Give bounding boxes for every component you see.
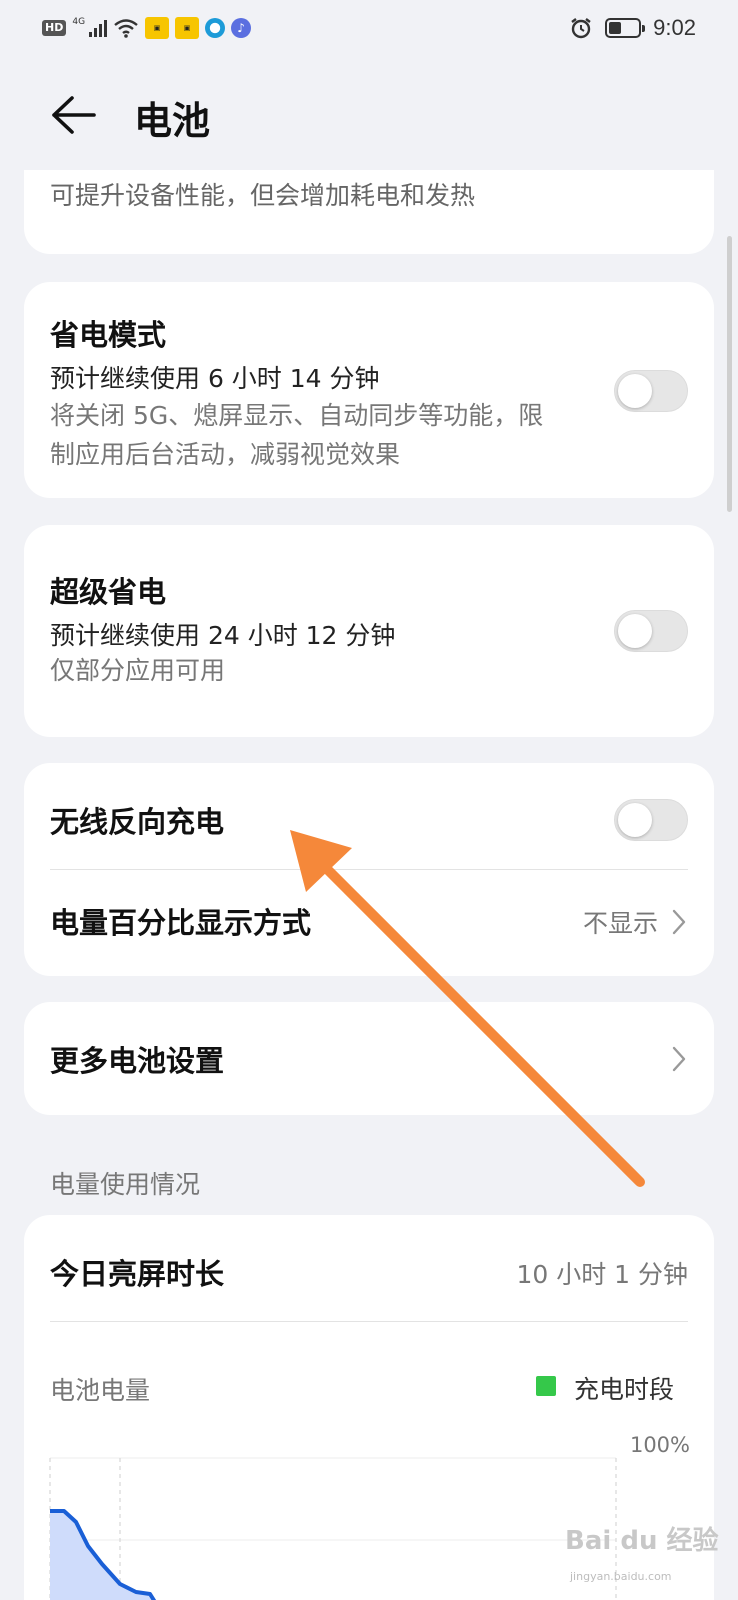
toggle-knob xyxy=(618,614,652,648)
divider xyxy=(50,1321,688,1322)
super-saving-title: 超级省电 xyxy=(50,575,167,609)
performance-desc: 可提升设备性能，但会增加耗电和发热 xyxy=(50,181,476,210)
power-saving-desc: 将关闭 5G、熄屏显示、自动同步等功能，限制应用后台活动，减弱视觉效果 xyxy=(50,401,544,469)
status-left: HD 4G ▣ ▣ ♪ xyxy=(42,17,252,39)
baidu-watermark: Bai du 经验 xyxy=(565,1526,719,1556)
super-saving-desc: 仅部分应用可用 xyxy=(50,656,226,685)
toggle-knob xyxy=(618,803,652,837)
wireless-reverse-title: 无线反向充电 xyxy=(50,805,225,839)
performance-mode-card: 可提升设备性能，但会增加耗电和发热 xyxy=(24,170,714,254)
screen-time-label: 今日亮屏时长 xyxy=(50,1257,225,1291)
percentage-display-title: 电量百分比显示方式 xyxy=(50,906,312,940)
wireless-reverse-toggle[interactable] xyxy=(614,799,688,841)
alarm-icon xyxy=(571,18,591,39)
power-saving-estimate: 预计继续使用 6 小时 14 分钟 xyxy=(50,364,380,393)
battery-level-label: 电池电量 xyxy=(50,1376,151,1405)
hd-badge: HD xyxy=(42,20,67,36)
charging-legend-label: 充电时段 xyxy=(574,1375,675,1404)
network-type: 4G xyxy=(72,17,86,27)
battery-icon xyxy=(605,18,646,38)
power-saving-toggle[interactable] xyxy=(614,370,688,412)
screen-time-row: 今日亮屏时长 10 小时 1 分钟 xyxy=(24,1215,714,1321)
back-button[interactable] xyxy=(50,92,100,138)
page-title: 电池 xyxy=(134,99,211,143)
super-saving-toggle[interactable] xyxy=(614,610,688,652)
browser-app-icon xyxy=(205,18,226,38)
back-arrow-icon xyxy=(52,96,96,134)
status-right: 9:02 xyxy=(569,15,696,41)
super-saving-estimate: 预计继续使用 24 小时 12 分钟 xyxy=(50,621,396,650)
app-notification-icon: ▣ xyxy=(175,17,200,39)
screen-time-value: 10 小时 1 分钟 xyxy=(516,1260,688,1289)
percentage-display-value: 不显示 xyxy=(582,909,658,938)
battery-fill xyxy=(609,22,622,34)
scrollbar-thumb[interactable] xyxy=(727,236,732,512)
battery-level-area xyxy=(50,1511,154,1600)
page-header: 电池 xyxy=(0,70,738,160)
usage-section-label: 电量使用情况 xyxy=(50,1170,201,1199)
percentage-display-row[interactable]: 电量百分比显示方式 不显示 xyxy=(24,870,714,976)
app-notification-icon: ▣ xyxy=(145,17,170,39)
charging-legend-swatch xyxy=(536,1376,556,1396)
music-app-icon: ♪ xyxy=(231,18,252,38)
status-bar: HD 4G ▣ ▣ ♪ 9:02 xyxy=(0,0,738,56)
chevron-right-icon xyxy=(672,909,686,935)
chevron-right-icon xyxy=(672,1046,686,1072)
power-saving-title: 省电模式 xyxy=(50,318,167,352)
clock: 9:02 xyxy=(653,15,696,40)
more-settings-title: 更多电池设置 xyxy=(50,1044,225,1078)
watermark-url: jingyan.baidu.com xyxy=(570,1570,672,1583)
charging-options-card: 无线反向充电 电量百分比显示方式 不显示 xyxy=(24,763,714,976)
power-saving-card[interactable]: 省电模式 预计继续使用 6 小时 14 分钟 将关闭 5G、熄屏显示、自动同步等… xyxy=(24,282,714,498)
wifi-icon xyxy=(114,19,138,38)
super-saving-card[interactable]: 超级省电 预计继续使用 24 小时 12 分钟 仅部分应用可用 xyxy=(24,525,714,737)
signal-icon xyxy=(89,19,108,37)
more-settings-row[interactable]: 更多电池设置 xyxy=(24,1002,714,1115)
toggle-knob xyxy=(618,374,652,408)
wireless-reverse-row[interactable]: 无线反向充电 xyxy=(24,763,714,869)
